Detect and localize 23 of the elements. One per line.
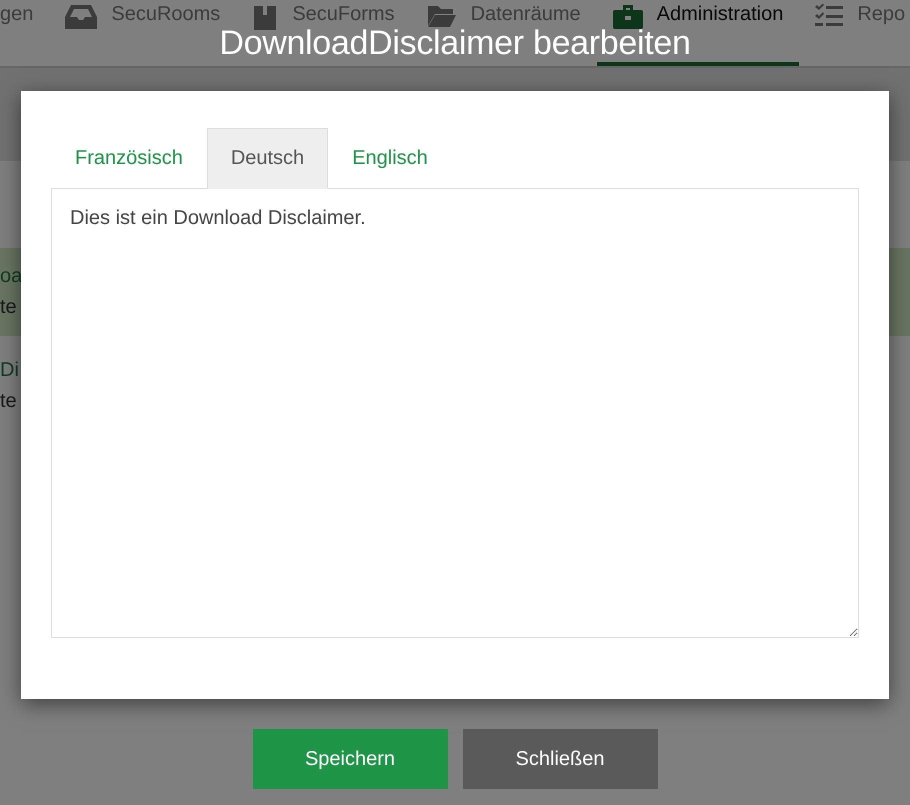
nav-label: Administration: [656, 4, 784, 24]
briefcase-icon: [612, 4, 643, 30]
nav-label: SecuRooms: [111, 4, 220, 24]
close-button[interactable]: Schließen: [462, 729, 658, 789]
nav-label: Repo: [857, 4, 906, 24]
folder-icon: [426, 4, 457, 28]
nav-tab[interactable]: Datenräume: [410, 0, 597, 28]
language-tab[interactable]: Englisch: [328, 128, 452, 189]
inbox-icon: [65, 4, 98, 30]
save-button[interactable]: Speichern: [252, 729, 448, 789]
language-tab[interactable]: Deutsch: [206, 128, 328, 189]
row-title: oa: [0, 265, 24, 288]
nav-tab[interactable]: gen: [0, 0, 50, 24]
text-area[interactable]: Dies ist ein Download Disclaimer.: [51, 188, 859, 638]
nav-label: Datenräume: [470, 4, 581, 24]
nav-label: gen: [0, 4, 34, 24]
language-tab[interactable]: Französisch: [51, 128, 207, 189]
row-title: Di: [0, 359, 20, 382]
nav-tab[interactable]: Repo: [799, 0, 910, 28]
row-subtitle: te: [0, 390, 18, 413]
nav-label: SecuForms: [292, 4, 395, 24]
checklist-icon: [815, 4, 844, 28]
row-subtitle: te: [0, 296, 18, 319]
